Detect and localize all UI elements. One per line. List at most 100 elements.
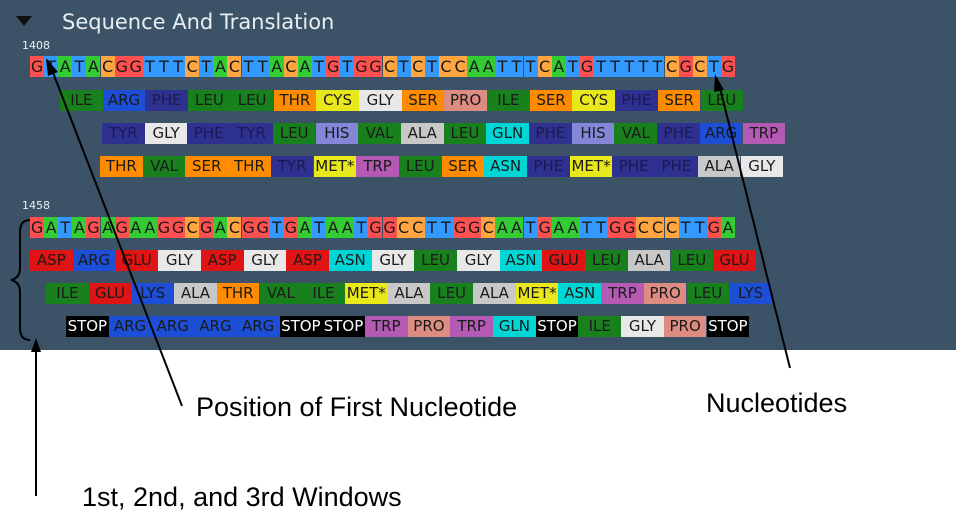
amino-acid-pro: PRO [663, 316, 707, 337]
amino-acid-cys: CYS [316, 90, 359, 111]
amino-acid-stop: STOP [66, 316, 109, 337]
nucleotide-T: T [509, 56, 524, 77]
nucleotide-T: T [579, 217, 594, 238]
amino-acid-gly: GLY [144, 123, 188, 144]
nucleotide-T: T [156, 56, 171, 77]
nucleotide-T: T [312, 56, 327, 77]
amino-acid-trp: TRP [601, 283, 644, 304]
nucleotide-C: C [537, 56, 552, 77]
amino-acid-arg: ARG [151, 316, 195, 337]
amino-acid-val: VAL [614, 123, 658, 144]
amino-acid-ser: SER [401, 90, 445, 111]
nucleotide-G: G [128, 56, 143, 77]
amino-acid-arg: ARG [72, 250, 116, 271]
nucleotide-C: C [636, 217, 651, 238]
amino-acid-gly: GLY [358, 90, 402, 111]
nucleotide-A: A [297, 217, 312, 238]
amino-acid-trp: TRP [356, 156, 399, 177]
amino-acid-met-star: MET* [569, 156, 613, 177]
nucleotide-G: G [30, 217, 45, 238]
amino-acid-arg: ARG [236, 316, 280, 337]
block-1-frame-2-row: TYR GLY PHE TYR LEU HIS VAL ALA LEU GLN PHE HIS VAL P… [0, 123, 956, 144]
amino-acid-leu: LEU [686, 283, 730, 304]
amino-acid-glu: GLU [713, 250, 756, 271]
amino-acid-trp: TRP [364, 316, 408, 337]
amino-acid-ala: ALA [174, 283, 217, 304]
nucleotide-T: T [594, 217, 609, 238]
nucleotide-T: T [312, 217, 327, 238]
amino-acid-pro: PRO [444, 90, 487, 111]
amino-acid-cys: CYS [572, 90, 616, 111]
nucleotide-C: C [692, 56, 707, 77]
amino-acid-asp: ASP [286, 250, 329, 271]
nucleotide-G: G [241, 217, 256, 238]
nucleotide-G: G [706, 217, 721, 238]
amino-acid-tyr: TYR [102, 123, 145, 144]
amino-acid-ser: SER [529, 90, 573, 111]
amino-acid-stop: STOP [279, 316, 323, 337]
amino-acid-gly: GLY [158, 250, 201, 271]
amino-acid-trp: TRP [450, 316, 493, 337]
nucleotide-G: G [199, 217, 214, 238]
nucleotide-T: T [608, 56, 623, 77]
amino-acid-asp: ASP [200, 250, 244, 271]
nucleotide-A: A [565, 217, 580, 238]
nucleotide-A: A [720, 217, 735, 238]
amino-acid-ala: ALA [627, 250, 671, 271]
nucleotide-A: A [58, 56, 73, 77]
amino-acid-ala: ALA [400, 123, 444, 144]
amino-acid-stop: STOP [706, 316, 750, 337]
amino-acid-pro: PRO [407, 316, 451, 337]
nucleotide-G: G [326, 56, 341, 77]
nucleotide-A: A [551, 217, 566, 238]
nucleotide-A: A [326, 217, 341, 238]
panel-title: Sequence And Translation [62, 10, 335, 34]
amino-acid-gly: GLY [243, 250, 287, 271]
nucleotide-C: C [185, 217, 200, 238]
amino-acid-his: HIS [315, 123, 359, 144]
callout-nucleotides: Nucleotides [706, 388, 848, 418]
nucleotide-C: C [227, 217, 242, 238]
nucleotide-G: G [86, 217, 101, 238]
nucleotide-T: T [594, 56, 609, 77]
block-1-frame-1-row: ILE ARG PHE LEU LEU THR CYS GLY SER PRO ILE SER CYS P… [0, 90, 956, 111]
nucleotide-T: T [523, 56, 538, 77]
nucleotide-G: G [283, 217, 298, 238]
nucleotide-A: A [495, 217, 510, 238]
nucleotide-A: A [481, 56, 496, 77]
amino-acid-phe: PHE [145, 90, 189, 111]
amino-acid-arg: ARG [108, 316, 152, 337]
amino-acid-trp: TRP [742, 123, 786, 144]
nucleotide-C: C [453, 56, 468, 77]
nucleotide-C: C [481, 217, 496, 238]
nucleotide-C: C [650, 217, 665, 238]
amino-acid-glu: GLU [115, 250, 159, 271]
amino-acid-phe: PHE [612, 156, 656, 177]
nucleotide-G: G [171, 217, 186, 238]
amino-acid-leu: LEU [230, 90, 274, 111]
amino-acid-tyr: TYR [270, 156, 314, 177]
nucleotide-A: A [44, 217, 59, 238]
collapse-triangle-icon[interactable] [16, 16, 32, 26]
block-2-nucleotide-row: GATAGAGAAGGCGACGGTGATAATGGCCTTGGCAATGAAT… [30, 217, 740, 238]
nucleotide-G: G [579, 56, 594, 77]
nucleotide-G: G [30, 56, 45, 77]
amino-acid-ile: ILE [487, 90, 530, 111]
nucleotide-A: A [297, 56, 312, 77]
nucleotide-T: T [354, 217, 369, 238]
amino-acid-phe: PHE [529, 123, 572, 144]
nucleotide-A: A [509, 217, 524, 238]
amino-acid-leu: LEU [700, 90, 744, 111]
amino-acid-his: HIS [571, 123, 615, 144]
amino-acid-gly: GLY [371, 250, 415, 271]
block-1-nucleotide-row: GTATACGGTTTCTACTTACATGTGGCTCTCCAATTTCATG… [30, 56, 740, 77]
nucleotide-T: T [241, 56, 256, 77]
amino-acid-val: VAL [259, 283, 303, 304]
nucleotide-A: A [467, 56, 482, 77]
amino-acid-ser: SER [441, 156, 485, 177]
nucleotide-C: C [382, 56, 397, 77]
amino-acid-arg: ARG [699, 123, 743, 144]
amino-acid-pro: PRO [643, 283, 687, 304]
nucleotide-T: T [269, 217, 284, 238]
amino-acid-phe: PHE [615, 90, 658, 111]
